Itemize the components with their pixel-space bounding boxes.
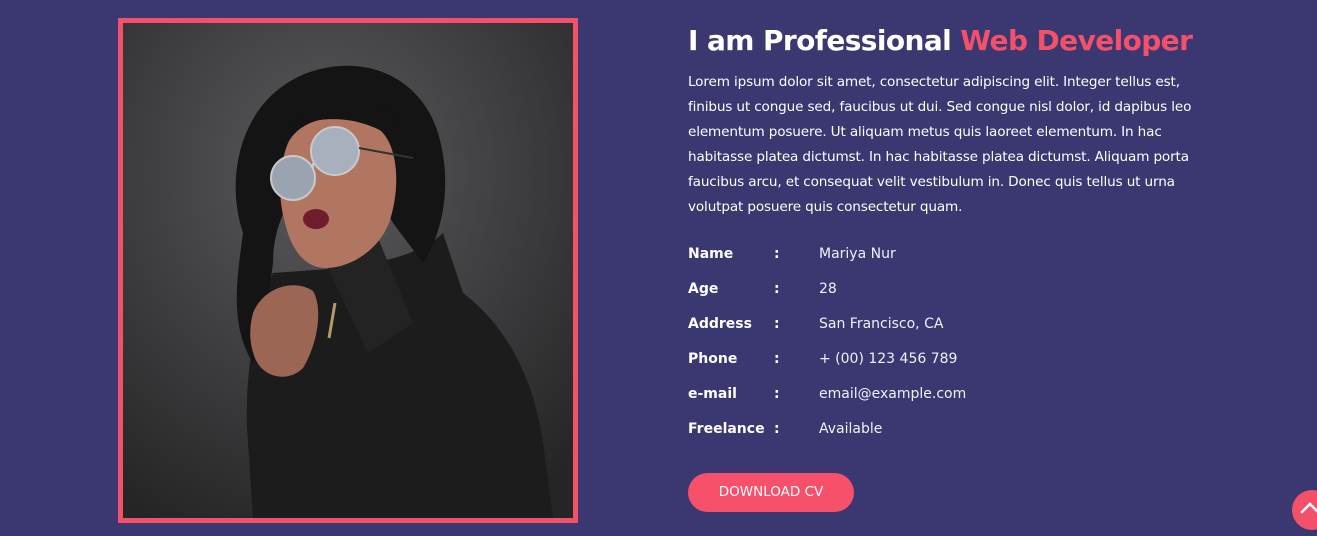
chevron-up-icon — [1300, 502, 1317, 514]
profile-photo — [118, 18, 578, 523]
heading-accent: Web Developer — [960, 24, 1193, 57]
info-row-email: e-mail : email@example.com — [688, 376, 1248, 411]
info-row-address: Address : San Francisco, CA — [688, 306, 1248, 341]
info-row-phone: Phone : + (00) 123 456 789 — [688, 341, 1248, 376]
info-value: 28 — [819, 280, 837, 297]
info-separator: : — [774, 315, 780, 332]
about-section: I am Professional Web Developer Lorem ip… — [0, 0, 1317, 536]
download-cv-button[interactable]: DOWNLOAD CV — [688, 473, 854, 512]
info-label: Age — [688, 280, 719, 297]
page-title: I am Professional Web Developer — [688, 20, 1248, 62]
scroll-to-top-button[interactable] — [1292, 490, 1317, 530]
info-separator: : — [774, 280, 780, 297]
info-row-name: Name : Mariya Nur — [688, 236, 1248, 271]
info-label: Address — [688, 315, 752, 332]
info-separator: : — [774, 350, 780, 367]
info-row-freelance: Freelance : Available — [688, 411, 1248, 446]
info-separator: : — [774, 245, 780, 262]
info-row-age: Age : 28 — [688, 271, 1248, 306]
info-separator: : — [774, 385, 780, 402]
profile-photo-illustration — [123, 23, 573, 518]
info-label: Freelance — [688, 420, 765, 437]
personal-info-list: Name : Mariya Nur Age : 28 Address : San… — [688, 236, 1248, 446]
info-value: Available — [819, 420, 883, 437]
about-description: Lorem ipsum dolor sit amet, consectetur … — [688, 74, 1192, 215]
info-value: email@example.com — [819, 385, 967, 402]
info-label: e-mail — [688, 385, 737, 402]
info-label: Name — [688, 245, 734, 262]
info-label: Phone — [688, 350, 738, 367]
info-value: + (00) 123 456 789 — [819, 350, 958, 367]
info-separator: : — [774, 420, 780, 437]
about-content: I am Professional Web Developer Lorem ip… — [688, 20, 1248, 512]
info-value: Mariya Nur — [819, 245, 896, 262]
info-value: San Francisco, CA — [819, 315, 944, 332]
heading-prefix: I am Professional — [688, 24, 961, 57]
